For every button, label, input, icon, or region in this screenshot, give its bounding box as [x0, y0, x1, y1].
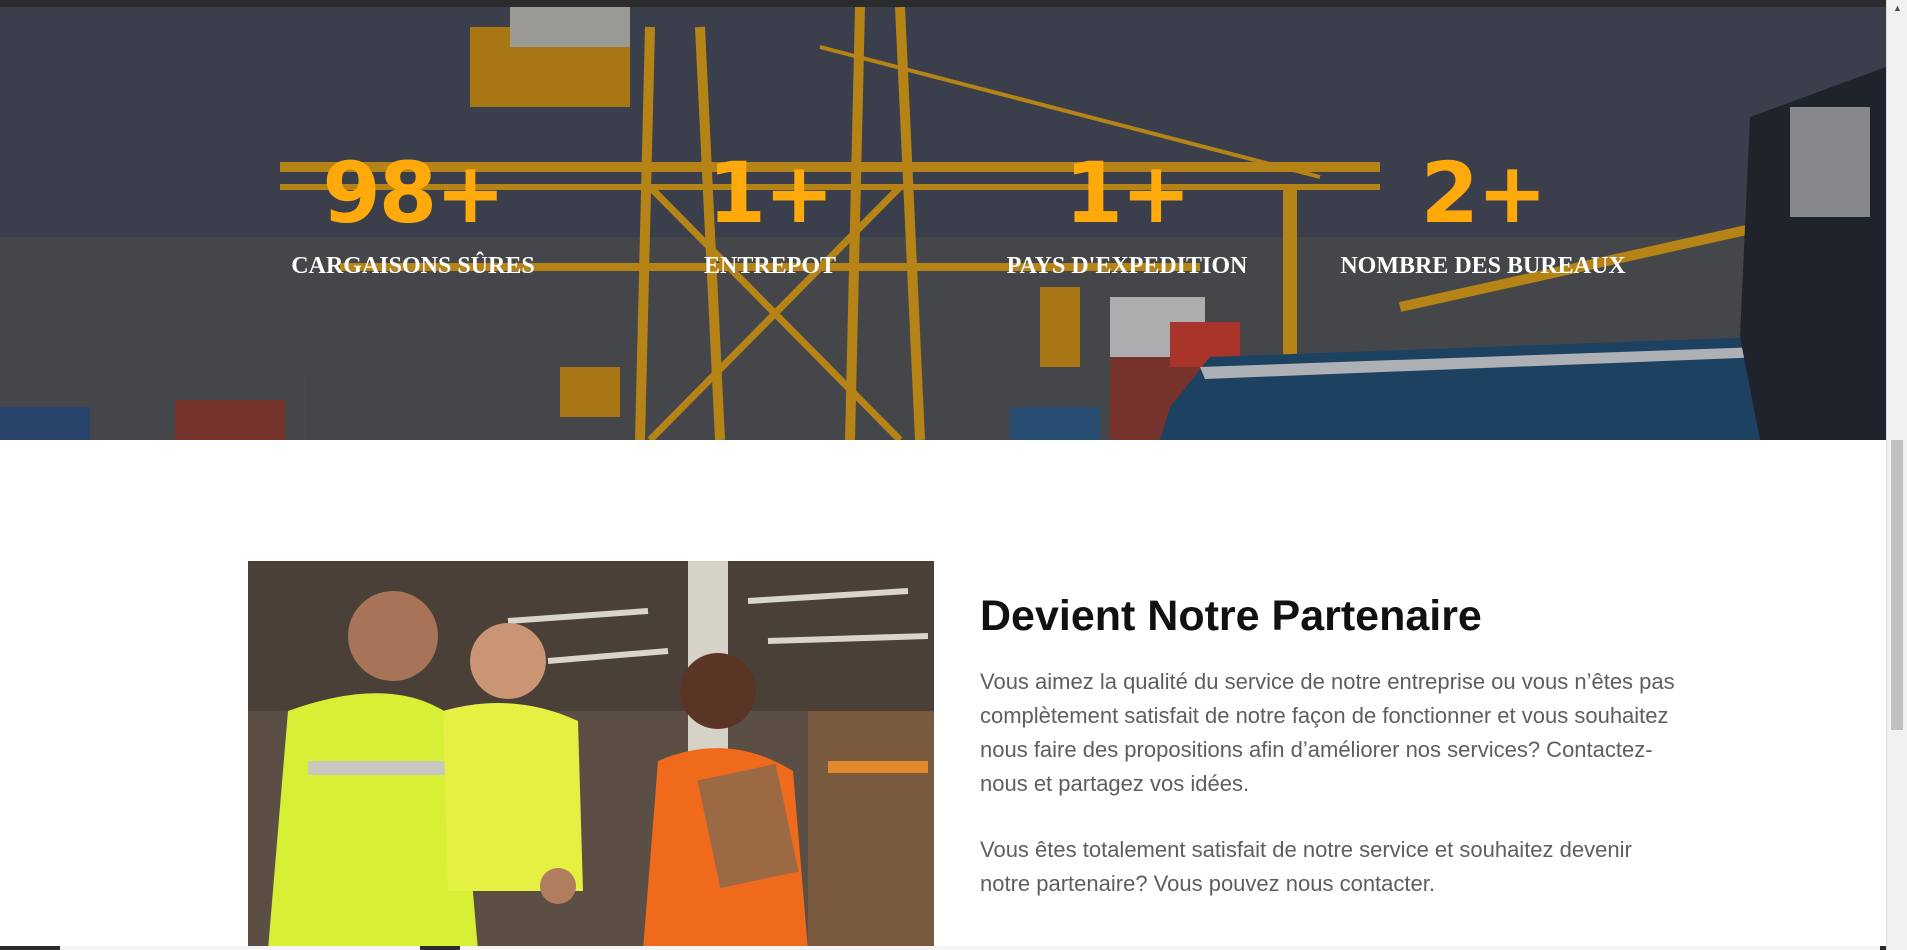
stat-warehouse: 1+ ENTREPOT — [620, 151, 920, 280]
warehouse-handshake-image — [248, 561, 934, 950]
browser-bottom-edge — [0, 946, 1886, 950]
stat-number: 2+ — [1420, 144, 1548, 242]
page-scrollbar[interactable]: ▲ — [1886, 0, 1907, 950]
stat-number: 98+ — [322, 144, 505, 242]
partner-paragraph-2: Vous êtes totalement satisfait de notre … — [980, 837, 1632, 896]
browser-top-edge — [0, 0, 1907, 7]
stat-number: 1+ — [707, 144, 835, 242]
stat-safe-shipments: 98+ CARGAISONS SÛRES — [263, 151, 563, 280]
partner-title: Devient Notre Partenaire — [980, 592, 1482, 640]
stat-label: CARGAISONS SÛRES — [291, 253, 535, 279]
stat-label: PAYS D'EXPEDITION — [1006, 253, 1248, 279]
stat-offices: 2+ NOMBRE DES BUREAUX — [1333, 151, 1633, 280]
bottom-edge-segment — [460, 946, 1880, 950]
stats-row: 98+ CARGAISONS SÛRES 1+ ENTREPOT 1+ PAYS… — [0, 7, 1886, 440]
bottom-edge-segment — [60, 946, 420, 950]
stats-hero-section: 98+ CARGAISONS SÛRES 1+ ENTREPOT 1+ PAYS… — [0, 7, 1886, 440]
stat-label: NOMBRE DES BUREAUX — [1340, 253, 1626, 279]
caret-up-icon[interactable]: ▲ — [1887, 0, 1907, 17]
stat-number: 1+ — [1064, 144, 1192, 242]
partner-paragraph-1: Vous aimez la qualité du service de notr… — [980, 669, 1675, 796]
stat-label: ENTREPOT — [703, 253, 837, 279]
stat-shipping-countries: 1+ PAYS D'EXPEDITION — [977, 151, 1277, 280]
scrollbar-thumb[interactable] — [1891, 440, 1903, 730]
